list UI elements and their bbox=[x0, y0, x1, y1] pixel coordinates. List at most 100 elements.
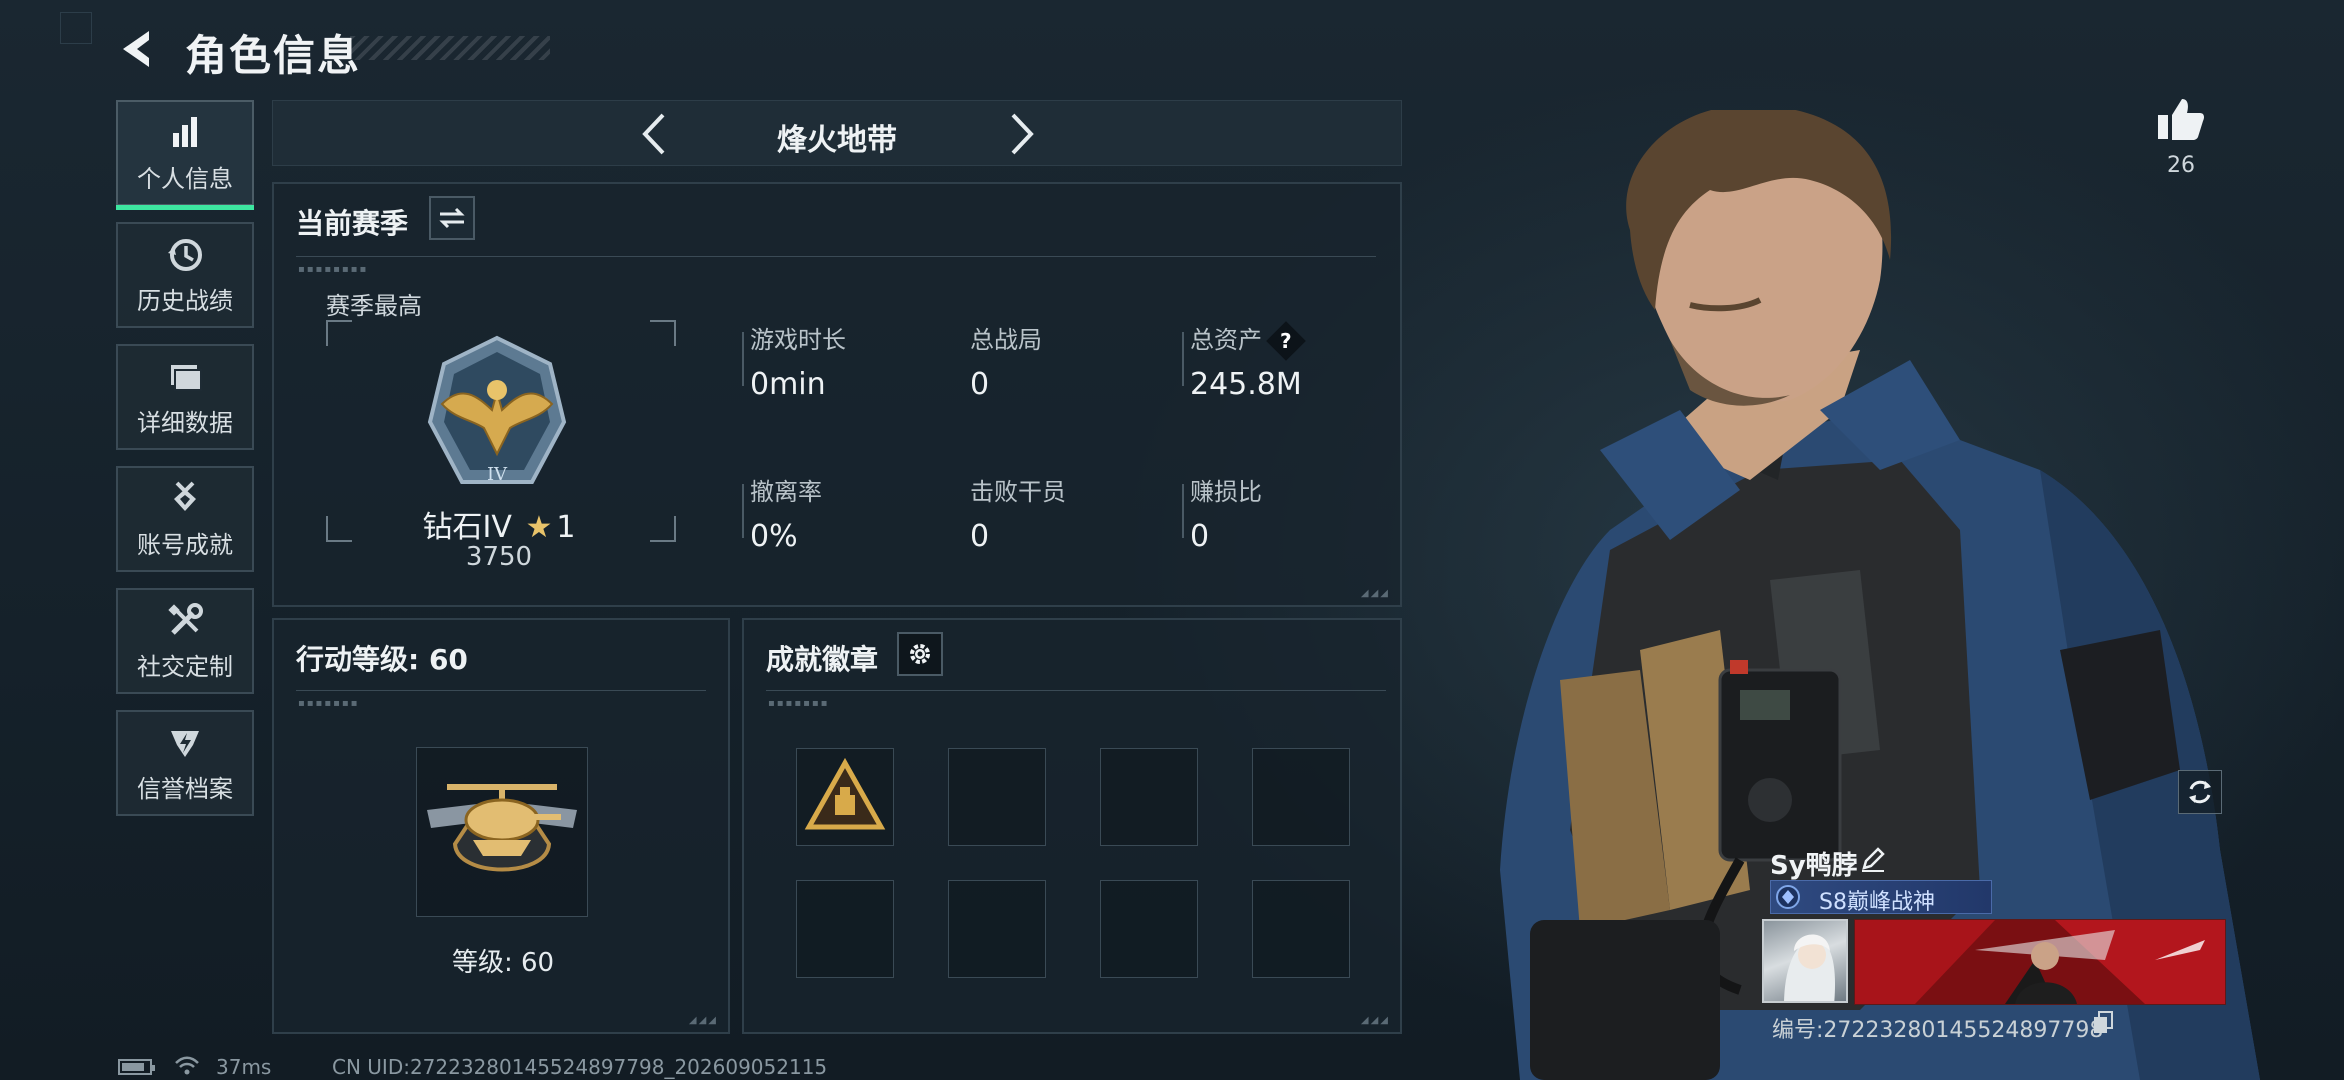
helicopter-badge-icon bbox=[427, 784, 577, 872]
help-icon[interactable]: ? bbox=[1266, 321, 1306, 361]
wifi-icon bbox=[175, 1056, 199, 1075]
divider bbox=[296, 690, 706, 691]
active-indicator bbox=[116, 205, 254, 210]
thumbs-up-icon[interactable] bbox=[2156, 95, 2206, 143]
achievement-slot[interactable] bbox=[1100, 880, 1198, 978]
rank-name-text: 钻石IV bbox=[422, 510, 512, 545]
svg-text:IV: IV bbox=[487, 464, 508, 485]
achievement-slot[interactable] bbox=[1252, 748, 1350, 846]
level-badge-box bbox=[416, 747, 588, 917]
stat-value: 0 bbox=[970, 519, 990, 554]
player-title-badge[interactable]: S8巅峰战神 bbox=[1770, 880, 1992, 915]
medal-icon bbox=[174, 481, 196, 511]
stat-operators-defeated: 击败干员 0 bbox=[970, 472, 1066, 554]
achievement-settings-button[interactable] bbox=[897, 632, 943, 676]
stat-accent bbox=[742, 484, 744, 538]
sidebar-item-label: 历史战绩 bbox=[137, 286, 233, 315]
level-text: 等级: 60 bbox=[451, 948, 555, 978]
next-mode-button[interactable] bbox=[995, 109, 1045, 159]
season-panel: 当前赛季 ▪▪▪▪▪▪▪▪ 赛季最高 IV 钻石IV ★ 1 3750 游戏时长 … bbox=[272, 182, 1402, 607]
rank-score: 3750 bbox=[465, 542, 533, 572]
player-id: 编号:27223280145524897798 bbox=[1772, 1018, 2104, 1043]
battery-icon bbox=[118, 1059, 155, 1075]
refresh-icon bbox=[2189, 780, 2211, 804]
sidebar-item-history[interactable]: 历史战绩 bbox=[116, 222, 254, 328]
achievement-slot[interactable] bbox=[948, 880, 1046, 978]
rank-stars: 1 bbox=[556, 510, 576, 545]
avatar[interactable] bbox=[1762, 919, 1848, 1003]
tools-icon bbox=[168, 602, 203, 635]
achievement-badge-icon bbox=[804, 757, 886, 830]
season-best-label: 赛季最高 bbox=[326, 292, 422, 320]
sidebar-item-label: 信誉档案 bbox=[137, 774, 233, 803]
decoration-dots: ◢◢◢ bbox=[688, 1015, 718, 1026]
divider bbox=[766, 690, 1386, 691]
uid-text: CN UID:27223280145524897798_202609052115 bbox=[332, 1055, 828, 1079]
corner-frame bbox=[60, 12, 92, 44]
sidebar-item-credit[interactable]: 信誉档案 bbox=[116, 710, 254, 816]
mode-selector: 烽火地带 bbox=[272, 100, 1402, 166]
page-title: 角色信息 bbox=[185, 31, 362, 80]
sidebar-item-social[interactable]: 社交定制 bbox=[116, 588, 254, 694]
refresh-button[interactable] bbox=[2178, 770, 2222, 814]
player-banner[interactable] bbox=[1854, 919, 2226, 1005]
star-icon: ★ bbox=[525, 510, 553, 545]
stat-profit-ratio: 赚损比 0 bbox=[1190, 472, 1262, 554]
achievement-slot[interactable] bbox=[1100, 748, 1198, 846]
stat-label: 总战局 bbox=[970, 326, 1042, 354]
decoration-dots: ◢◢◢ bbox=[1360, 588, 1390, 599]
achievement-heading: 成就徽章 bbox=[766, 643, 879, 676]
stat-accent bbox=[1182, 484, 1184, 538]
mode-title: 烽火地带 bbox=[777, 123, 897, 158]
player-title: S8巅峰战神 bbox=[1819, 890, 1935, 915]
stat-label: 游戏时长 bbox=[750, 326, 846, 354]
decoration-dots: ▪▪▪▪▪▪▪ bbox=[768, 698, 830, 709]
stat-label: 总资产 bbox=[1190, 326, 1262, 354]
achievement-slot[interactable] bbox=[796, 748, 894, 846]
divider bbox=[296, 256, 1376, 257]
level-heading: 行动等级: 60 bbox=[296, 643, 468, 676]
shield-emblem-icon bbox=[171, 730, 199, 757]
sidebar-item-label: 账号成就 bbox=[137, 530, 233, 559]
season-heading: 当前赛季 bbox=[296, 207, 409, 240]
decoration-dots: ▪▪▪▪▪▪▪ bbox=[298, 698, 360, 709]
title-emblem-icon bbox=[1776, 885, 1800, 909]
stat-value: 0% bbox=[750, 519, 798, 554]
gear-icon bbox=[910, 644, 930, 664]
stat-accent bbox=[742, 332, 744, 386]
like-count: 26 bbox=[2167, 153, 2195, 178]
stat-extraction-rate: 撤离率 0% bbox=[750, 472, 822, 554]
banner-artwork bbox=[1855, 920, 2225, 1004]
folder-icon bbox=[171, 364, 202, 391]
stat-value: 0 bbox=[1190, 519, 1210, 554]
achievement-slot[interactable] bbox=[796, 880, 894, 978]
edit-name-icon[interactable] bbox=[1858, 844, 1888, 874]
player-name: Sy鸭脖 bbox=[1770, 851, 1858, 881]
achievement-panel: 成就徽章 ▪▪▪▪▪▪▪ ◢◢◢ bbox=[742, 618, 1402, 1034]
diamond-rank-emblem: IV bbox=[427, 335, 567, 485]
avatar-portrait bbox=[1784, 934, 1835, 1001]
stat-label: 击败干员 bbox=[970, 478, 1066, 506]
ping-text: 37ms bbox=[216, 1055, 272, 1079]
stat-total-matches: 总战局 0 bbox=[970, 320, 1042, 402]
sidebar-item-detail-data[interactable]: 详细数据 bbox=[116, 344, 254, 450]
sidebar-item-label: 个人信息 bbox=[137, 164, 233, 193]
back-icon[interactable] bbox=[115, 25, 163, 73]
stat-accent bbox=[1182, 332, 1184, 386]
stat-value: 0 bbox=[970, 367, 990, 402]
sidebar-item-label: 社交定制 bbox=[137, 652, 233, 681]
sidebar-item-personal-info[interactable]: 个人信息 bbox=[116, 100, 254, 210]
stat-value: 0min bbox=[750, 367, 826, 402]
stat-label: 撤离率 bbox=[750, 478, 822, 506]
sidebar-item-achievements[interactable]: 账号成就 bbox=[116, 466, 254, 572]
decoration-dots: ◢◢◢ bbox=[1360, 1015, 1390, 1026]
rank-name: 钻石IV ★ 1 bbox=[274, 502, 724, 546]
like-group: 26 bbox=[2156, 95, 2206, 178]
history-clock-icon bbox=[168, 238, 202, 271]
copy-id-icon[interactable] bbox=[2092, 1010, 2114, 1034]
switch-season-button[interactable] bbox=[429, 196, 475, 240]
achievement-slot[interactable] bbox=[948, 748, 1046, 846]
bar-chart-icon bbox=[173, 116, 197, 147]
stat-label: 赚损比 bbox=[1190, 478, 1262, 506]
achievement-slot[interactable] bbox=[1252, 880, 1350, 978]
